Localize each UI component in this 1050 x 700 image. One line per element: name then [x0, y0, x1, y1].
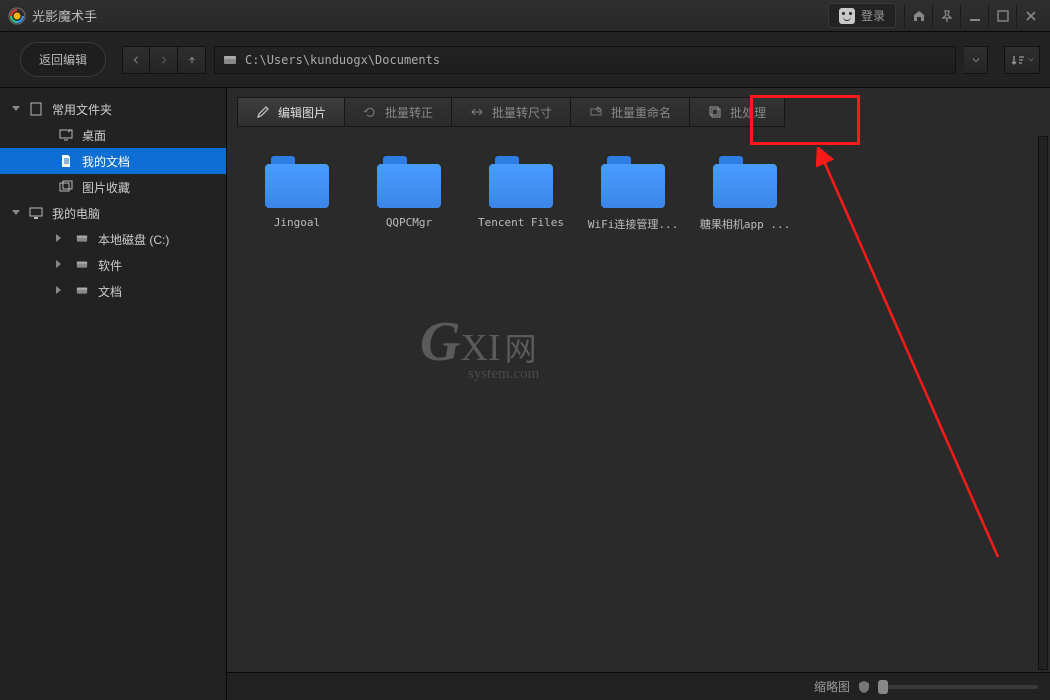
rotate-icon — [363, 105, 377, 119]
batch-icon — [708, 105, 722, 119]
edit-image-button[interactable]: 编辑图片 — [237, 97, 345, 127]
minimize-button[interactable] — [960, 4, 988, 28]
sidebar-item-my-computer[interactable]: 我的电脑 — [0, 200, 226, 226]
folder-icon — [265, 156, 329, 208]
app-logo-icon — [8, 7, 26, 25]
back-to-edit-button[interactable]: 返回编辑 — [20, 42, 106, 77]
sidebar: 常用文件夹 桌面 我的文档 图片收藏 我的电脑 本地磁盘 (C:) 软件 — [0, 88, 227, 700]
sidebar-label: 我的文档 — [82, 153, 130, 170]
sidebar-item-documents-disk[interactable]: 文档 — [0, 278, 226, 304]
sort-button[interactable] — [1004, 46, 1040, 74]
rename-icon — [589, 105, 603, 119]
sheet-icon — [28, 102, 44, 117]
sidebar-item-desktop[interactable]: 桌面 — [0, 122, 226, 148]
content-area: 编辑图片 批量转正 批量转尺寸 批量重命名 批处理 Jingoal — [227, 88, 1050, 700]
chevron-down-icon — [12, 106, 20, 111]
chevron-right-icon — [56, 286, 61, 294]
chevron-right-icon — [56, 260, 61, 268]
avatar-icon — [839, 8, 855, 24]
scrollbar[interactable] — [1038, 136, 1048, 670]
login-label: 登录 — [861, 7, 885, 24]
folder-label: Tencent Files — [478, 216, 564, 229]
sidebar-item-pictures[interactable]: 图片收藏 — [0, 174, 226, 200]
batch-resize-button[interactable]: 批量转尺寸 — [452, 97, 571, 127]
disk-icon — [74, 232, 90, 247]
disk-icon — [74, 258, 90, 273]
close-button[interactable] — [1016, 4, 1044, 28]
batch-process-button[interactable]: 批处理 — [690, 97, 785, 127]
chevron-right-icon — [56, 234, 61, 242]
thumbnail-size-slider[interactable] — [878, 685, 1038, 689]
slider-handle[interactable] — [878, 680, 888, 694]
desktop-icon — [58, 128, 74, 143]
sidebar-item-local-disk-c[interactable]: 本地磁盘 (C:) — [0, 226, 226, 252]
statusbar: 缩略图 — [227, 672, 1050, 700]
sidebar-label: 我的电脑 — [52, 205, 100, 222]
app-title: 光影魔术手 — [32, 6, 97, 25]
main-area: 常用文件夹 桌面 我的文档 图片收藏 我的电脑 本地磁盘 (C:) 软件 — [0, 88, 1050, 700]
folder-label: QQPCMgr — [386, 216, 432, 229]
sidebar-item-my-documents[interactable]: 我的文档 — [0, 148, 226, 174]
folder-item[interactable]: 糖果相机app ... — [703, 156, 787, 232]
toolbar: 返回编辑 C:\Users\kunduogx\Documents — [0, 32, 1050, 88]
maximize-button[interactable] — [988, 4, 1016, 28]
thumbnail-label: 缩略图 — [814, 678, 850, 695]
batch-rotate-button[interactable]: 批量转正 — [345, 97, 452, 127]
titlebar: 光影魔术手 登录 — [0, 0, 1050, 32]
nav-forward-button[interactable] — [150, 46, 178, 74]
nav-up-button[interactable] — [178, 46, 206, 74]
home-button[interactable] — [904, 4, 932, 28]
folder-item[interactable]: WiFi连接管理... — [591, 156, 675, 232]
sidebar-label: 桌面 — [82, 127, 106, 144]
document-icon — [58, 154, 74, 169]
shield-icon — [858, 680, 870, 694]
action-bar: 编辑图片 批量转正 批量转尺寸 批量重命名 批处理 — [227, 88, 1050, 128]
pc-icon — [28, 206, 44, 221]
folder-label: Jingoal — [274, 216, 320, 229]
folder-item[interactable]: Tencent Files — [479, 156, 563, 232]
folder-icon — [489, 156, 553, 208]
sidebar-label: 文档 — [98, 283, 122, 300]
folder-icon — [713, 156, 777, 208]
folder-grid: Jingoal QQPCMgr Tencent Files WiFi连接管理..… — [227, 128, 1050, 232]
folder-icon — [377, 156, 441, 208]
sidebar-label: 常用文件夹 — [52, 101, 112, 118]
resize-icon — [470, 105, 484, 119]
pin-button[interactable] — [932, 4, 960, 28]
nav-back-button[interactable] — [122, 46, 150, 74]
sidebar-label: 软件 — [98, 257, 122, 274]
path-dropdown-button[interactable] — [964, 46, 988, 74]
batch-rename-button[interactable]: 批量重命名 — [571, 97, 690, 127]
disk-icon — [223, 53, 237, 67]
folder-icon — [601, 156, 665, 208]
sidebar-item-common-folders[interactable]: 常用文件夹 — [0, 96, 226, 122]
disk-icon — [74, 284, 90, 299]
path-input[interactable]: C:\Users\kunduogx\Documents — [214, 46, 956, 74]
sidebar-label: 本地磁盘 (C:) — [98, 231, 169, 248]
sidebar-label: 图片收藏 — [82, 179, 130, 196]
nav-buttons — [122, 46, 206, 74]
images-icon — [58, 180, 74, 195]
sidebar-item-software[interactable]: 软件 — [0, 252, 226, 278]
folder-item[interactable]: QQPCMgr — [367, 156, 451, 232]
folder-item[interactable]: Jingoal — [255, 156, 339, 232]
pencil-icon — [256, 105, 270, 119]
path-text: C:\Users\kunduogx\Documents — [245, 53, 440, 67]
folder-label: 糖果相机app ... — [700, 216, 790, 232]
login-button[interactable]: 登录 — [828, 3, 896, 28]
folder-label: WiFi连接管理... — [588, 216, 678, 232]
chevron-down-icon — [12, 210, 20, 215]
